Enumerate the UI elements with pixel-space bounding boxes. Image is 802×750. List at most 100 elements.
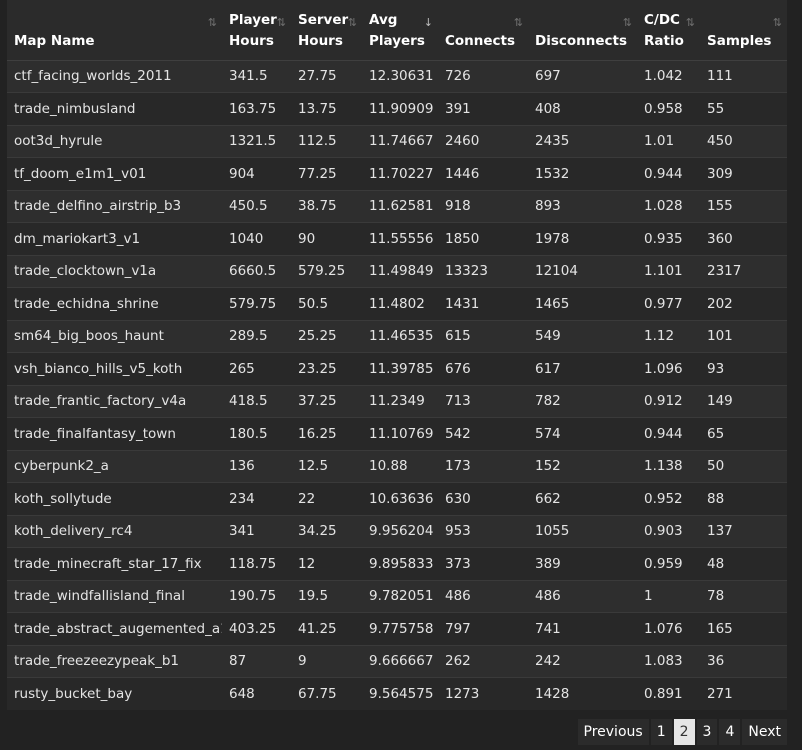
cell-connects: 2460 <box>438 124 528 158</box>
cell-avg-players: 11.4802 <box>362 287 438 320</box>
cell-server-hours: 67.75 <box>291 677 362 710</box>
cell-server-hours: 27.75 <box>291 59 362 93</box>
column-header-map-name[interactable]: Map Name ⇅ <box>7 0 222 61</box>
next-page-button[interactable]: Next <box>742 719 787 745</box>
sort-icon[interactable]: ⇅ <box>773 12 782 33</box>
cell-disconnects: 617 <box>528 352 637 385</box>
cell-player-hours: 579.75 <box>222 287 291 320</box>
cell-map-name: sm64_big_boos_haunt <box>7 319 222 353</box>
cell-samples: 36 <box>700 644 787 678</box>
sort-icon[interactable]: ⇅ <box>348 12 357 33</box>
table-row: koth_delivery_rc4 341 34.25 9.956204 953 1055… <box>7 514 787 548</box>
cell-avg-players: 12.30631 <box>362 59 438 93</box>
column-header-samples[interactable]: Samples ⇅ <box>700 0 787 61</box>
page-numbers: 1234 <box>650 719 741 745</box>
cell-cdc-ratio: 0.912 <box>637 384 700 418</box>
previous-page-button[interactable]: Previous <box>577 719 649 745</box>
cell-samples: 78 <box>700 579 787 613</box>
table-row: sm64_big_boos_haunt 289.5 25.25 11.46535 615… <box>7 319 787 353</box>
page-3-button[interactable]: 3 <box>696 719 718 745</box>
cell-cdc-ratio: 0.903 <box>637 514 700 548</box>
cell-avg-players: 11.70227 <box>362 157 438 190</box>
page-2-button[interactable]: 2 <box>673 719 695 745</box>
cell-disconnects: 574 <box>528 417 637 450</box>
cell-server-hours: 25.25 <box>291 319 362 353</box>
column-header-server-hours[interactable]: Server Hours ⇅ <box>291 0 362 61</box>
cell-player-hours: 163.75 <box>222 92 291 125</box>
sort-icon[interactable]: ⇅ <box>208 12 217 33</box>
cell-map-name: trade_echidna_shrine <box>7 287 222 320</box>
cell-disconnects: 1978 <box>528 222 637 255</box>
cell-map-name: trade_delfino_airstrip_b3 <box>7 189 222 223</box>
cell-map-name: trade_frantic_factory_v4a <box>7 384 222 418</box>
cell-disconnects: 1532 <box>528 157 637 190</box>
cell-disconnects: 408 <box>528 92 637 125</box>
cell-player-hours: 418.5 <box>222 384 291 418</box>
column-header-cdc-ratio[interactable]: C/DC Ratio ⇅ <box>637 0 700 61</box>
cell-disconnects: 2435 <box>528 124 637 158</box>
cell-map-name: koth_sollytude <box>7 482 222 515</box>
cell-avg-players: 10.88 <box>362 449 438 483</box>
sort-descending-icon[interactable]: ↓ <box>424 12 433 33</box>
column-header-disconnects[interactable]: Disconnects ⇅ <box>528 0 637 61</box>
cell-samples: 2317 <box>700 254 787 288</box>
cell-samples: 55 <box>700 92 787 125</box>
cell-connects: 615 <box>438 319 528 353</box>
cell-samples: 450 <box>700 124 787 158</box>
cell-map-name: tf_doom_e1m1_v01 <box>7 157 222 190</box>
table-row: ctf_facing_worlds_2011 341.5 27.75 12.30631… <box>7 59 787 93</box>
cell-server-hours: 16.25 <box>291 417 362 450</box>
column-header-avg-players[interactable]: Avg Players ↓ <box>362 0 438 61</box>
cell-disconnects: 1465 <box>528 287 637 320</box>
table-row: koth_sollytude 234 22 10.63636 630 662 0.952 88 <box>7 482 787 515</box>
cell-server-hours: 37.25 <box>291 384 362 418</box>
sort-icon[interactable]: ⇅ <box>277 12 286 33</box>
cell-player-hours: 136 <box>222 449 291 483</box>
cell-player-hours: 234 <box>222 482 291 515</box>
cell-samples: 88 <box>700 482 787 515</box>
cell-connects: 486 <box>438 579 528 613</box>
cell-player-hours: 180.5 <box>222 417 291 450</box>
cell-samples: 50 <box>700 449 787 483</box>
cell-cdc-ratio: 0.891 <box>637 677 700 710</box>
cell-cdc-ratio: 1.138 <box>637 449 700 483</box>
cell-samples: 149 <box>700 384 787 418</box>
header-row: Map Name ⇅ Player Hours ⇅ Server Hours ⇅ Avg Play… <box>7 0 787 61</box>
column-header-connects[interactable]: Connects ⇅ <box>438 0 528 61</box>
table-row: cyberpunk2_a 136 12.5 10.88 173 152 1.138 50 <box>7 449 787 483</box>
table-body: ctf_facing_worlds_2011 341.5 27.75 12.30631… <box>7 59 787 710</box>
cell-avg-players: 11.90909 <box>362 92 438 125</box>
cell-connects: 173 <box>438 449 528 483</box>
column-header-player-hours[interactable]: Player Hours ⇅ <box>222 0 291 61</box>
cell-avg-players: 9.895833 <box>362 547 438 580</box>
sort-icon[interactable]: ⇅ <box>686 12 695 33</box>
table-row: trade_frantic_factory_v4a 418.5 37.25 11.23… <box>7 384 787 418</box>
cell-map-name: trade_abstract_augemented_a1 <box>7 612 222 645</box>
cell-samples: 93 <box>700 352 787 385</box>
table-row: trade_nimbusland 163.75 13.75 11.90909 391 40… <box>7 92 787 125</box>
cell-disconnects: 486 <box>528 579 637 613</box>
table-row: vsh_bianco_hills_v5_koth 265 23.25 11.39785… <box>7 352 787 385</box>
table-row: trade_abstract_augemented_a1 403.25 41.25 9… <box>7 612 787 645</box>
cell-player-hours: 118.75 <box>222 547 291 580</box>
cell-map-name: vsh_bianco_hills_v5_koth <box>7 352 222 385</box>
cell-cdc-ratio: 0.944 <box>637 417 700 450</box>
cell-samples: 101 <box>700 319 787 353</box>
cell-disconnects: 893 <box>528 189 637 223</box>
cell-connects: 1431 <box>438 287 528 320</box>
map-stats-table: Map Name ⇅ Player Hours ⇅ Server Hours ⇅ Avg Play… <box>7 0 787 710</box>
cell-samples: 165 <box>700 612 787 645</box>
cell-disconnects: 12104 <box>528 254 637 288</box>
table-row: oot3d_hyrule 1321.5 112.5 11.74667 2460 2435 1… <box>7 124 787 158</box>
cell-connects: 630 <box>438 482 528 515</box>
cell-cdc-ratio: 1.028 <box>637 189 700 223</box>
cell-avg-players: 11.46535 <box>362 319 438 353</box>
cell-cdc-ratio: 1.042 <box>637 59 700 93</box>
sort-icon[interactable]: ⇅ <box>514 12 523 33</box>
cell-player-hours: 904 <box>222 157 291 190</box>
page-1-button[interactable]: 1 <box>650 719 672 745</box>
cell-avg-players: 9.782051 <box>362 579 438 613</box>
page-4-button[interactable]: 4 <box>719 719 741 745</box>
cell-map-name: ctf_facing_worlds_2011 <box>7 59 222 93</box>
sort-icon[interactable]: ⇅ <box>623 12 632 33</box>
